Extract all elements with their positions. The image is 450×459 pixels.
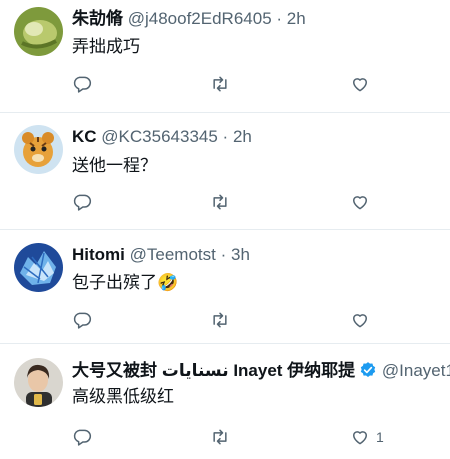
separator-dot: · xyxy=(220,245,227,264)
tweet-header: Hitomi @Teemotst · 3h xyxy=(72,244,250,266)
tweet-actions xyxy=(72,72,392,96)
like-button[interactable] xyxy=(350,308,376,332)
display-name[interactable]: 朱劼脩 xyxy=(72,9,123,28)
handle[interactable]: @j48oof2EdR6405 xyxy=(128,9,272,28)
reply-button[interactable] xyxy=(72,190,92,214)
handle[interactable]: @Inayet13 xyxy=(382,361,450,380)
tweet-header: 大号又被封 نسنايات Inayet 伊纳耶提 @Inayet13 xyxy=(72,360,450,382)
like-button[interactable]: 1 xyxy=(350,425,384,449)
heart-icon xyxy=(353,314,367,328)
retweet-icon xyxy=(213,429,227,445)
verified-badge-icon xyxy=(360,362,376,377)
timestamp[interactable]: 3h xyxy=(231,245,250,264)
handle[interactable]: @Teemotst xyxy=(130,245,216,264)
tweet-text: 高级黑低级红 xyxy=(72,387,174,406)
display-name[interactable]: 大号又被封 نسنايات Inayet 伊纳耶提 xyxy=(72,361,355,380)
retweet-button[interactable] xyxy=(210,72,230,96)
reply-button[interactable] xyxy=(72,425,92,449)
like-button[interactable] xyxy=(350,190,376,214)
separator-dot: · xyxy=(222,127,229,146)
tweet-text: 送他一程？ xyxy=(72,156,157,175)
retweet-icon xyxy=(213,194,227,210)
handle[interactable]: @KC35643345 xyxy=(101,127,218,146)
reply-button[interactable] xyxy=(72,308,92,332)
reply-icon xyxy=(73,76,92,93)
tweet[interactable]: Hitomi @Teemotst · 3h 包子出殡了🤣 xyxy=(0,230,450,344)
reply-icon xyxy=(73,312,92,329)
tweet-actions: 1 xyxy=(72,425,392,449)
tweet-text: 包子出殡了🤣 xyxy=(72,273,179,292)
like-count: 1 xyxy=(376,429,384,445)
avatar[interactable] xyxy=(14,358,63,407)
tweet-header: 朱劼脩 @j48oof2EdR6405 · 2h xyxy=(72,8,306,30)
retweet-icon xyxy=(213,312,227,328)
reply-button[interactable] xyxy=(72,72,92,96)
heart-icon xyxy=(353,78,367,92)
retweet-button[interactable] xyxy=(210,308,230,332)
tweet[interactable]: 朱劼脩 @j48oof2EdR6405 · 2h 弄拙成巧 xyxy=(0,0,450,113)
reply-icon xyxy=(73,429,92,446)
avatar[interactable] xyxy=(14,7,63,56)
tweet-actions xyxy=(72,190,392,214)
timestamp[interactable]: 2h xyxy=(233,127,252,146)
retweet-button[interactable] xyxy=(210,190,230,214)
timestamp[interactable]: 2h xyxy=(287,9,306,28)
heart-icon xyxy=(353,431,367,445)
reply-icon xyxy=(73,194,92,211)
retweet-icon xyxy=(213,76,227,92)
tweet-text: 弄拙成巧 xyxy=(72,37,140,56)
display-name[interactable]: KC xyxy=(72,127,97,146)
avatar[interactable] xyxy=(14,243,63,292)
separator-dot: · xyxy=(276,9,283,28)
like-button[interactable] xyxy=(350,72,376,96)
display-name[interactable]: Hitomi xyxy=(72,245,125,264)
tweet[interactable]: 大号又被封 نسنايات Inayet 伊纳耶提 @Inayet13 高级黑低… xyxy=(0,344,450,459)
tweet-actions xyxy=(72,308,392,332)
tweet-header: KC @KC35643345 · 2h xyxy=(72,126,252,148)
avatar[interactable] xyxy=(14,125,63,174)
retweet-button[interactable] xyxy=(210,425,230,449)
heart-icon xyxy=(353,196,367,210)
tweet[interactable]: KC @KC35643345 · 2h 送他一程？ xyxy=(0,113,450,230)
